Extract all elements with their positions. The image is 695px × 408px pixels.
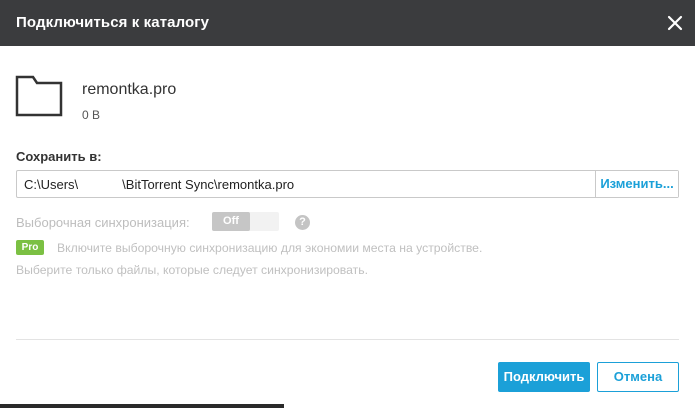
redacted-username: [78, 178, 123, 191]
pro-badge: Pro: [16, 240, 44, 255]
close-icon[interactable]: [665, 13, 685, 33]
change-path-button[interactable]: Изменить...: [595, 171, 678, 197]
window-bottom-edge: [0, 404, 284, 408]
save-path-field[interactable]: C:\Users\ \BitTorrent Sync\remontka.pro И…: [16, 170, 679, 198]
close-icon-graphic: [667, 15, 683, 31]
footer-divider: [16, 339, 679, 340]
folder-icon: [15, 71, 63, 119]
save-to-label: Сохранить в:: [16, 149, 102, 164]
dialog-titlebar: Подключиться к каталогу: [0, 0, 695, 46]
selective-sync-label: Выборочная синхронизация:: [16, 215, 190, 230]
folder-size: 0 B: [82, 108, 101, 122]
cancel-button[interactable]: Отмена: [597, 362, 679, 392]
path-suffix: \BitTorrent Sync\remontka.pro: [122, 177, 295, 192]
pro-description-line2: Выберите только файлы, которые следует с…: [16, 263, 368, 277]
save-path-value[interactable]: C:\Users\ \BitTorrent Sync\remontka.pro: [24, 177, 294, 192]
folder-name: remontka.pro: [82, 81, 177, 98]
path-prefix: C:\Users\: [24, 177, 79, 192]
toggle-state-label: Off: [212, 212, 250, 231]
help-icon[interactable]: ?: [295, 215, 310, 230]
connect-button[interactable]: Подключить: [498, 362, 590, 392]
pro-description-line1: Включите выборочную синхронизацию для эк…: [57, 241, 483, 255]
selective-sync-toggle[interactable]: Off: [212, 212, 279, 231]
dialog-title: Подключиться к каталогу: [16, 14, 210, 31]
